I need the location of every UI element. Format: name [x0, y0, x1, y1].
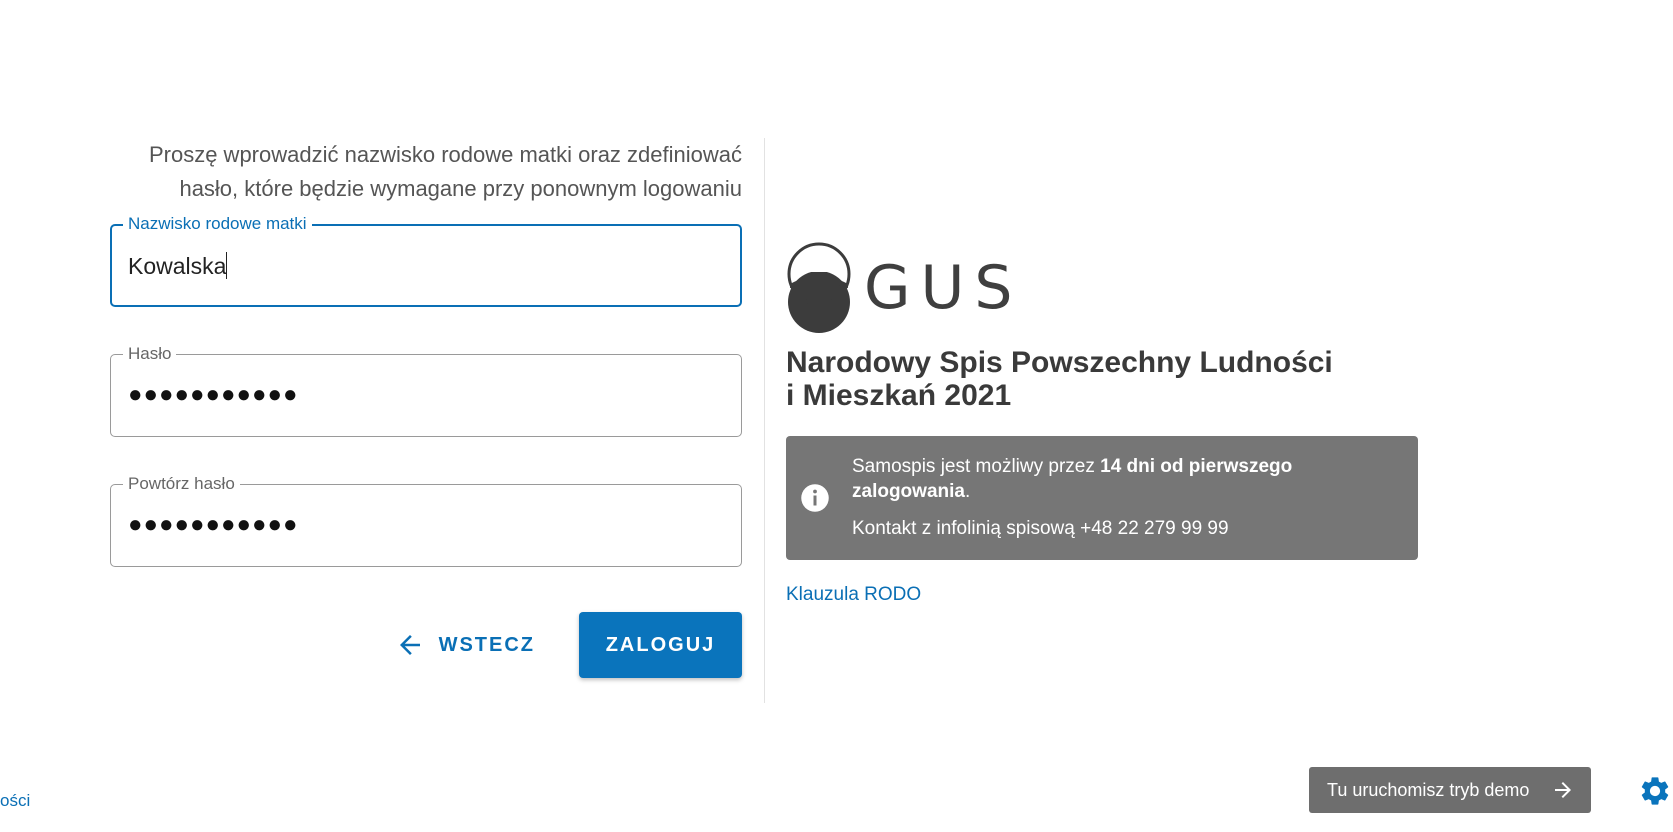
- rodo-link[interactable]: Klauzula RODO: [786, 584, 921, 606]
- info-panel: GUS Narodowy Spis Powszechny Ludności i …: [786, 238, 1418, 606]
- demo-mode-label: Tu uruchomisz tryb demo: [1327, 779, 1530, 800]
- arrow-right-icon: [1555, 782, 1571, 798]
- footer-link[interactable]: ości: [0, 791, 30, 811]
- password-repeat-input[interactable]: ●●●●●●●●●●●: [128, 510, 298, 540]
- notice-text: Samospis jest możliwy przez 14 dni od pi…: [852, 454, 1362, 541]
- demo-mode-button[interactable]: Tu uruchomisz tryb demo: [1309, 767, 1591, 813]
- login-form: Proszę wprowadzić nazwisko rodowe matki …: [110, 138, 742, 678]
- login-page: Proszę wprowadzić nazwisko rodowe matki …: [0, 0, 1673, 832]
- gus-logo-mark: [787, 242, 851, 333]
- form-actions: WSTECZ ZALOGUJ: [110, 612, 742, 678]
- gus-logo: GUS: [786, 238, 1418, 334]
- notice-suffix: .: [964, 481, 971, 502]
- page-title: Narodowy Spis Powszechny Ludności i Mies…: [786, 346, 1333, 412]
- back-button[interactable]: WSTECZ: [395, 622, 535, 668]
- notice-contact: Kontakt z infolinią spisową +48 22 279 9…: [852, 518, 1229, 539]
- login-button[interactable]: ZALOGUJ: [579, 612, 742, 678]
- instruction-text: Proszę wprowadzić nazwisko rodowe matki …: [110, 138, 742, 206]
- info-icon: [801, 484, 829, 512]
- password-input[interactable]: ●●●●●●●●●●●: [128, 380, 298, 410]
- instruction-line-2: hasło, które będzie wymagane przy ponown…: [179, 176, 742, 201]
- notice-prefix: Samospis jest możliwy przez: [852, 456, 1101, 477]
- maiden-name-field[interactable]: Nazwisko rodowe matki Kowalska: [110, 213, 742, 307]
- instruction-line-1: Proszę wprowadzić nazwisko rodowe matki …: [148, 142, 742, 167]
- password-repeat-field[interactable]: Powtórz hasło ●●●●●●●●●●●: [110, 473, 742, 567]
- maiden-name-label: Nazwisko rodowe matki: [123, 213, 312, 235]
- password-label: Hasło: [123, 343, 177, 365]
- notice-deadline: Samospis jest możliwy przez 14 dni od pi…: [852, 454, 1362, 504]
- gear-icon[interactable]: [1638, 774, 1672, 808]
- password-field[interactable]: Hasło ●●●●●●●●●●●: [110, 343, 742, 437]
- arrow-left-icon: [399, 635, 420, 655]
- info-notice: Samospis jest możliwy przez 14 dni od pi…: [786, 436, 1418, 560]
- maiden-name-value: Kowalska: [128, 253, 227, 279]
- text-caret: [226, 252, 228, 279]
- column-divider: [764, 138, 765, 703]
- maiden-name-input[interactable]: Kowalska: [128, 251, 228, 281]
- back-button-label: WSTECZ: [438, 633, 535, 656]
- logo-text: GUS: [864, 253, 1023, 323]
- password-repeat-label: Powtórz hasło: [123, 473, 240, 495]
